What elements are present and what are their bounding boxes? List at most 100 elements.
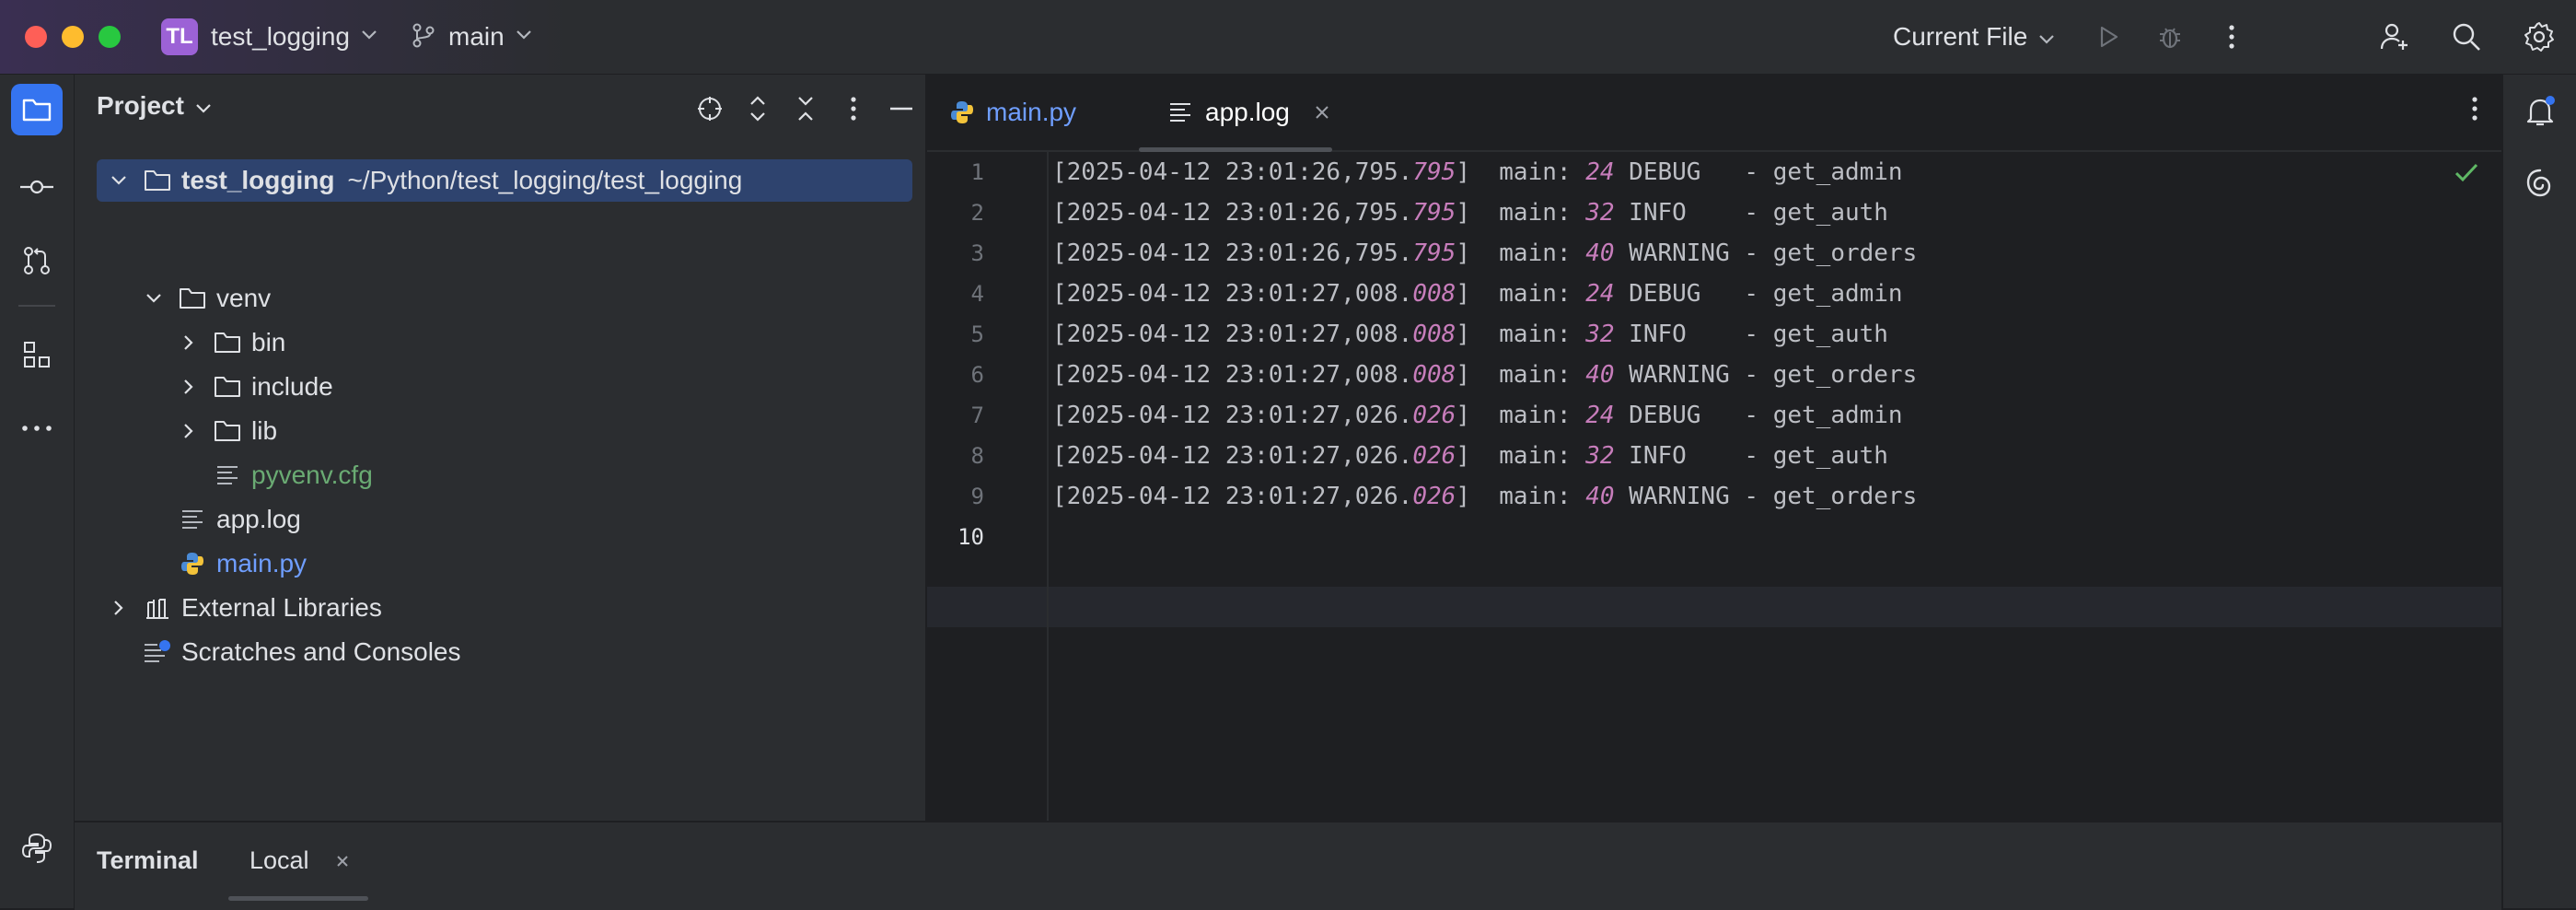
ai-assistant-icon[interactable] <box>2514 158 2566 209</box>
tree-item-venv[interactable]: venv <box>143 277 271 320</box>
tab-label: main.py <box>986 98 1077 126</box>
chevron-right-icon[interactable] <box>108 597 130 619</box>
log-rest: INFO - get_auth <box>1614 321 1888 348</box>
tree-item-pyvenv-cfg[interactable]: pyvenv.cfg <box>213 454 373 496</box>
log-line: [2025-04-12 23:01:27,026.026] main: 24 D… <box>1052 395 1903 436</box>
pull-requests-icon[interactable] <box>11 235 63 286</box>
log-ts: [2025-04-12 23:01:26,795. <box>1052 239 1413 267</box>
zoom-window-button[interactable] <box>99 26 121 48</box>
tree-item-main-py[interactable]: main.py <box>178 542 307 585</box>
more-tool-windows-icon[interactable] <box>11 402 63 454</box>
hide-panel-icon[interactable] <box>877 89 925 128</box>
tree-item-path: ~/Python/test_logging/test_logging <box>347 166 743 194</box>
library-icon <box>143 594 172 622</box>
tree-item-lib[interactable]: lib <box>178 410 277 452</box>
run-icon[interactable] <box>2090 18 2127 55</box>
tab-app-log[interactable]: app.log <box>1133 75 1336 152</box>
tree-item-label: venv <box>216 284 272 312</box>
scratches-icon <box>143 638 172 666</box>
log-ts: [2025-04-12 23:01:27,026. <box>1052 402 1413 429</box>
chevron-down-icon[interactable] <box>108 169 130 192</box>
chevron-down-icon[interactable] <box>143 287 165 309</box>
search-icon[interactable] <box>2448 18 2485 55</box>
more-actions-icon[interactable] <box>2213 18 2250 55</box>
tree-item-scratches-and-consoles[interactable]: Scratches and Consoles <box>143 631 461 673</box>
log-ms: 795 <box>1412 158 1456 186</box>
no-problems-check-icon[interactable] <box>2454 161 2479 188</box>
chevron-right-icon[interactable] <box>178 332 200 354</box>
chevron-down-icon <box>2038 22 2055 52</box>
title-bar: TL test_logging main Current File <box>0 0 2576 75</box>
log-mid: ] main: <box>1456 483 1586 510</box>
tree-item-label: main.py <box>216 549 307 578</box>
tree-item-bin[interactable]: bin <box>178 321 285 364</box>
log-lineno: 32 <box>1585 199 1615 227</box>
folder-icon <box>213 329 242 356</box>
tree-item-test_logging[interactable]: test_logging ~/Python/test_logging/test_… <box>97 159 912 202</box>
close-tab-icon[interactable] <box>1314 104 1330 121</box>
settings-gear-icon[interactable] <box>2521 18 2558 55</box>
options-icon[interactable] <box>830 89 877 128</box>
log-lineno: 24 <box>1585 280 1615 308</box>
editor-tabs-menu-icon[interactable] <box>2470 95 2479 127</box>
tree-item-external-libraries[interactable]: External Libraries <box>108 587 382 629</box>
terminal-tool-window: Terminal Local <box>75 821 2501 910</box>
tree-item-label: pyvenv.cfg <box>251 461 373 489</box>
add-user-icon[interactable] <box>2376 18 2413 55</box>
project-switcher[interactable]: TL test_logging <box>161 18 377 56</box>
select-opened-file-icon[interactable] <box>686 89 734 128</box>
log-mid: ] main: <box>1456 321 1586 348</box>
tree-item-label: bin <box>251 328 286 356</box>
line-number: 1 <box>970 159 984 185</box>
log-ms: 026 <box>1412 442 1456 470</box>
log-rest: WARNING - get_orders <box>1614 239 1918 267</box>
chevron-right-icon[interactable] <box>178 376 200 398</box>
branch-name: main <box>448 22 505 51</box>
log-mid: ] main: <box>1456 442 1586 470</box>
project-panel-header[interactable]: Project <box>97 91 212 121</box>
minimize-window-button[interactable] <box>62 26 84 48</box>
expand-all-icon[interactable] <box>734 89 782 128</box>
collapse-all-icon[interactable] <box>782 89 830 128</box>
terminal-tab-local[interactable]: Local <box>249 846 350 875</box>
log-mid: ] main: <box>1456 361 1586 389</box>
editor-area: main.py app.log [2025-04-12 23:01:26,795… <box>927 75 2501 821</box>
log-mid: ] main: <box>1456 402 1586 429</box>
log-ms: 026 <box>1412 483 1456 510</box>
log-rest: DEBUG - get_admin <box>1614 158 1903 186</box>
log-lineno: 24 <box>1585 402 1615 429</box>
branch-switcher[interactable]: main <box>410 18 532 56</box>
folder-icon <box>213 373 242 401</box>
python-file-icon <box>949 99 975 125</box>
log-lineno: 40 <box>1585 239 1615 267</box>
log-ms: 008 <box>1412 280 1456 308</box>
tree-item-app-log[interactable]: app.log <box>178 498 301 541</box>
tab-label: app.log <box>1205 98 1290 126</box>
commit-icon[interactable] <box>11 161 63 213</box>
run-configuration-selector[interactable]: Current File <box>1893 18 2055 56</box>
project-panel-toolbar <box>686 89 925 128</box>
line-number: 3 <box>970 240 984 266</box>
project-folder-icon[interactable] <box>11 84 63 135</box>
close-window-button[interactable] <box>25 26 47 48</box>
log-ms: 026 <box>1412 402 1456 429</box>
tree-item-label: test_logging <box>181 166 335 194</box>
log-ts: [2025-04-12 23:01:27,008. <box>1052 361 1413 389</box>
python-console-icon[interactable] <box>11 822 63 874</box>
structure-icon[interactable] <box>11 329 63 380</box>
tree-item-label: include <box>251 372 333 401</box>
log-ms: 008 <box>1412 361 1456 389</box>
chevron-right-icon[interactable] <box>178 420 200 442</box>
log-rest: DEBUG - get_admin <box>1614 280 1903 308</box>
debug-icon[interactable] <box>2152 18 2188 55</box>
tab-main-py[interactable]: main.py <box>949 75 1133 150</box>
log-line: [2025-04-12 23:01:26,795.795] main: 40 W… <box>1052 233 1917 274</box>
log-ts: [2025-04-12 23:01:26,795. <box>1052 158 1413 186</box>
folder-icon <box>143 167 172 194</box>
line-number: 10 <box>957 524 984 550</box>
notifications-bell-icon[interactable] <box>2514 86 2566 137</box>
chevron-down-icon <box>516 29 532 45</box>
tree-item-include[interactable]: include <box>178 366 333 408</box>
close-tab-icon[interactable] <box>335 854 350 869</box>
text-file-icon <box>1168 101 1192 123</box>
